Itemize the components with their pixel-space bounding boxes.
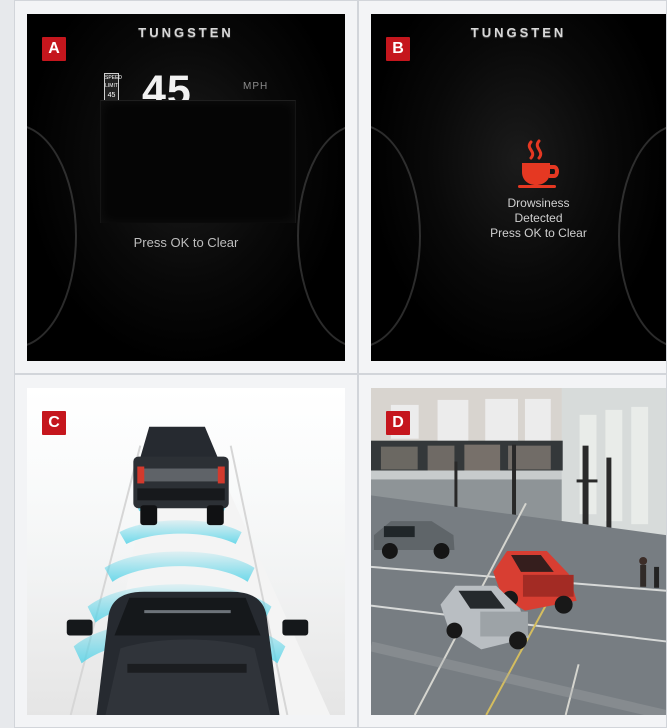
instrument-cluster-panel-a: A TUNGSTEN SPEED LIMIT 45 45 MPH Press O… [27,14,345,361]
city-intersection-scene [371,388,666,715]
speed-limit-sign-icon: SPEED LIMIT 45 [104,73,122,102]
panel-label-a: A [42,37,66,61]
driver-assist-feature-grid: A TUNGSTEN SPEED LIMIT 45 45 MPH Press O… [0,0,667,728]
clear-prompt-b: Press OK to Clear [490,226,587,240]
feature-card-b: B TUNGSTEN Drowsiness Detected Press OK … [358,0,667,374]
clear-prompt-a: Press OK to Clear [133,235,239,250]
alert-line-drowsiness: Drowsiness [507,196,570,210]
adaptive-cruise-scene [27,388,345,715]
instrument-brand-b: TUNGSTEN [470,25,567,40]
instrument-cluster-panel-b: B TUNGSTEN Drowsiness Detected Press OK … [371,14,666,361]
panel-label-d: D [386,411,410,435]
feature-card-c: C [14,374,358,728]
speed-unit: MPH [243,81,269,92]
instrument-brand-a: TUNGSTEN [138,25,234,40]
panel-label-b: B [386,37,410,61]
feature-card-a: A TUNGSTEN SPEED LIMIT 45 45 MPH Press O… [14,0,358,374]
feature-card-d: D [358,374,667,728]
coffee-cup-icon [518,139,559,188]
radar-follow-distance-image: C [27,388,345,715]
drowsiness-alert-text: Drowsiness Detected Press OK to Clear [411,196,666,241]
alert-line-detected: Detected [514,211,563,225]
speed-limit-caption: SPEED LIMIT [105,75,122,89]
panel-label-c: C [42,411,66,435]
speed-limit-value: 45 [107,92,116,99]
intersection-traffic-image: D [371,388,666,715]
cluster-display-window [100,100,296,223]
